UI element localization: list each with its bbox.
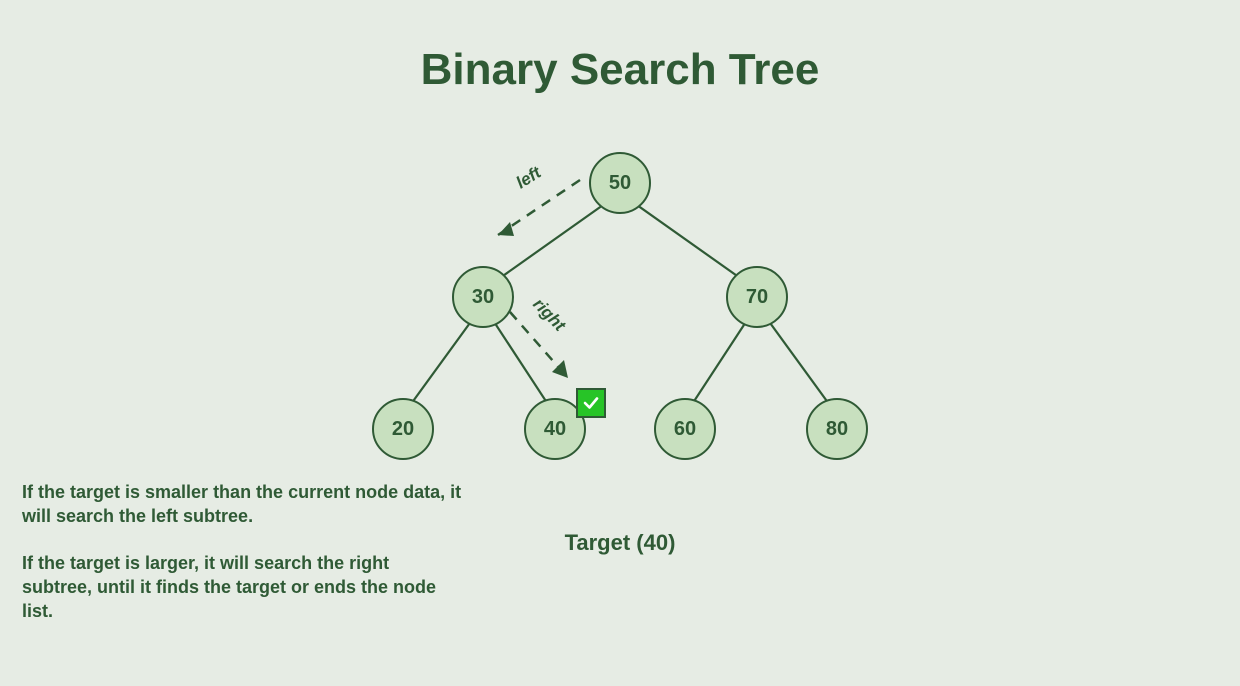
explain-paragraph-2: If the target is larger, it will search … — [22, 551, 462, 624]
bst-diagram: left right 50 30 70 20 40 60 80 — [330, 140, 910, 500]
node-80: 80 — [806, 398, 868, 460]
node-20: 20 — [372, 398, 434, 460]
found-marker — [576, 388, 606, 418]
node-70: 70 — [726, 266, 788, 328]
node-30: 30 — [452, 266, 514, 328]
arrow-left-head — [498, 222, 514, 236]
arrow-right-head — [552, 360, 568, 378]
explain-paragraph-1: If the target is smaller than the curren… — [22, 480, 462, 529]
check-icon — [582, 394, 600, 412]
node-50: 50 — [589, 152, 651, 214]
page-title: Binary Search Tree — [0, 45, 1240, 95]
node-60: 60 — [654, 398, 716, 460]
explanation-text: If the target is smaller than the curren… — [22, 480, 462, 645]
